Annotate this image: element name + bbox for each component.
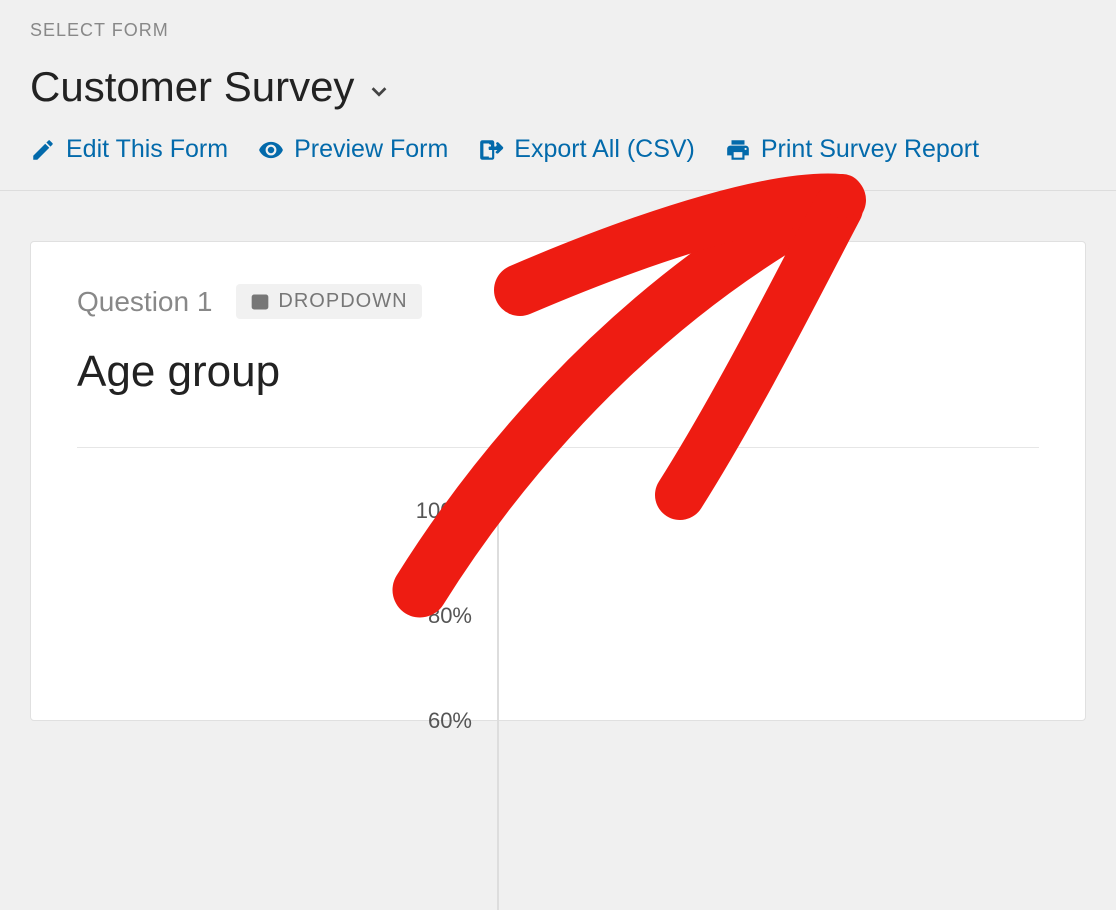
edit-form-label: Edit This Form: [66, 135, 228, 164]
edit-form-link[interactable]: Edit This Form: [30, 135, 228, 164]
select-form-label: SELECT FORM: [30, 20, 1086, 41]
print-report-label: Print Survey Report: [761, 135, 979, 164]
export-csv-link[interactable]: Export All (CSV): [478, 135, 695, 164]
export-csv-label: Export All (CSV): [514, 135, 695, 164]
card-divider: [77, 447, 1039, 448]
y-tick-100: 100%: [416, 498, 472, 524]
form-name: Customer Survey: [30, 63, 354, 111]
print-icon: [725, 137, 751, 163]
field-type-badge: DROPDOWN: [236, 284, 421, 319]
question-number: Question 1: [77, 286, 212, 318]
preview-form-link[interactable]: Preview Form: [258, 135, 448, 164]
field-type-label: DROPDOWN: [278, 290, 407, 313]
question-card: Question 1 DROPDOWN Age group 100% 80% 6…: [30, 241, 1086, 721]
export-icon: [478, 137, 504, 163]
eye-icon: [258, 137, 284, 163]
chart-area: 100% 80% 60%: [77, 488, 1039, 748]
action-bar: Edit This Form Preview Form Export All (…: [0, 135, 1116, 191]
dropdown-field-icon: [250, 292, 270, 312]
y-tick-60: 60%: [428, 708, 472, 734]
y-axis-line: [497, 510, 499, 910]
question-title: Age group: [77, 347, 1039, 397]
chevron-down-icon: [368, 80, 390, 102]
preview-form-label: Preview Form: [294, 135, 448, 164]
print-report-link[interactable]: Print Survey Report: [725, 135, 979, 164]
form-selector-dropdown[interactable]: Customer Survey: [30, 63, 1086, 111]
pencil-icon: [30, 137, 56, 163]
y-tick-80: 80%: [428, 603, 472, 629]
